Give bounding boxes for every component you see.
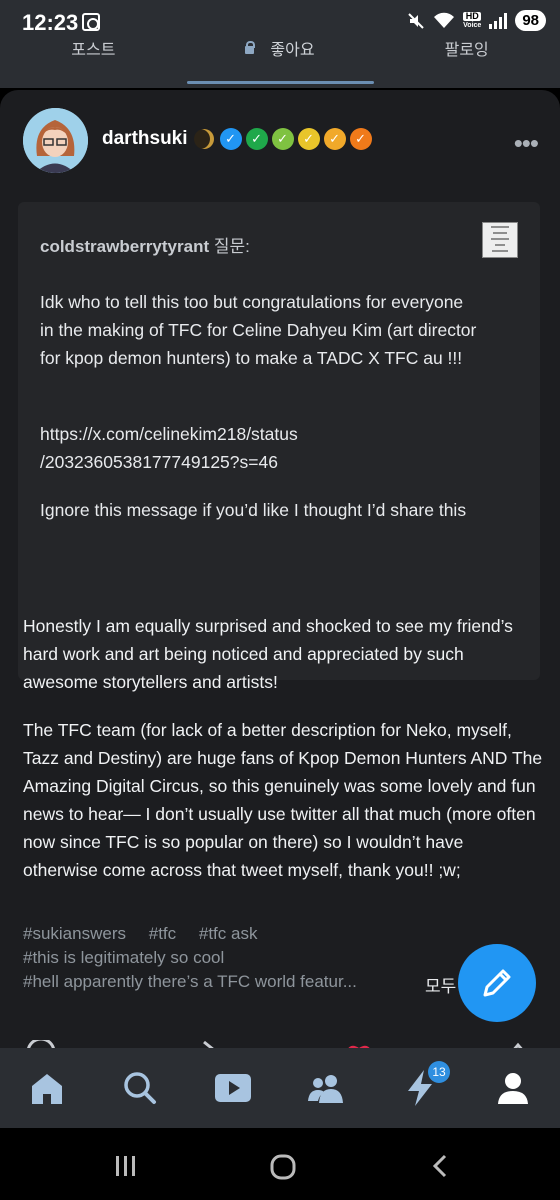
compose-button[interactable] xyxy=(458,944,536,1022)
community-icon xyxy=(308,1075,343,1103)
tab-posts[interactable]: 포스트 xyxy=(0,43,187,88)
verified-badge-icon: ✓ xyxy=(271,128,294,150)
screen-record-icon xyxy=(82,13,100,31)
activity-badge: 13 xyxy=(428,1061,450,1083)
author-name[interactable]: darthsuki xyxy=(102,128,188,150)
home-icon xyxy=(32,1074,62,1104)
verified-badge-icon: ✓ xyxy=(349,128,372,150)
moon-icon xyxy=(193,129,214,149)
tag[interactable]: #tfc xyxy=(149,924,176,943)
asker-avatar[interactable] xyxy=(482,222,518,258)
nav-account[interactable] xyxy=(493,1068,533,1108)
status-icons: HD Voice 98 xyxy=(407,10,546,31)
verified-badge-icon: ✓ xyxy=(297,128,320,150)
pencil-icon xyxy=(483,969,511,997)
asker-name[interactable]: coldstrawberrytyrant xyxy=(40,237,209,256)
active-tab-indicator xyxy=(187,81,374,84)
search-icon xyxy=(124,1072,156,1104)
tag-list: #sukianswers #tfc #tfc ask #this is legi… xyxy=(23,922,375,994)
home-button-icon[interactable] xyxy=(270,1154,296,1180)
ask-link[interactable]: https://x.com/celinekim218/status /20323… xyxy=(40,420,460,476)
more-options-icon[interactable]: ••• xyxy=(514,128,539,159)
system-navigation-bar xyxy=(0,1128,560,1200)
tag[interactable]: #hell apparently there’s a TFC world fea… xyxy=(23,972,357,991)
status-bar: 12:23 HD Voice 98 xyxy=(0,0,560,44)
recent-apps-icon[interactable] xyxy=(114,1154,138,1178)
battery-indicator: 98 xyxy=(515,10,546,31)
answer-paragraph: Honestly I am equally surprised and shoc… xyxy=(23,616,513,692)
ask-paragraph: Ignore this message if you’d like I thou… xyxy=(40,500,467,520)
tab-following[interactable]: 팔로잉 xyxy=(373,43,560,88)
nav-home[interactable] xyxy=(27,1068,67,1108)
nav-community[interactable] xyxy=(306,1068,346,1108)
asker-line: coldstrawberrytyrant 질문: xyxy=(40,232,250,257)
signal-icon xyxy=(489,12,508,29)
nav-video[interactable] xyxy=(213,1068,253,1108)
mute-icon xyxy=(408,12,424,29)
answer-paragraph: The TFC team (for lack of a better descr… xyxy=(23,720,543,880)
post-card: darthsuki ✓ ✓ ✓ ✓ ✓ ✓ ••• coldstrawberry… xyxy=(0,90,560,1050)
show-all-tags-button[interactable]: 모두 xyxy=(425,972,456,997)
lock-icon xyxy=(245,41,256,54)
asker-suffix: 질문: xyxy=(213,237,250,256)
back-icon[interactable] xyxy=(432,1154,448,1178)
nav-search[interactable] xyxy=(120,1068,160,1108)
author-row: darthsuki ✓ ✓ ✓ ✓ ✓ ✓ xyxy=(102,128,374,150)
hd-voice-icon: HD Voice xyxy=(463,10,482,29)
ask-box: coldstrawberrytyrant 질문: Idk who to tell… xyxy=(18,202,540,680)
verified-badge-icon: ✓ xyxy=(323,128,346,150)
verified-badge-icon: ✓ xyxy=(245,128,268,150)
ask-paragraph: Idk who to tell this too but congratulat… xyxy=(40,292,477,368)
video-icon xyxy=(215,1074,251,1102)
tag[interactable]: #tfc ask xyxy=(199,924,258,943)
status-time: 12:23 xyxy=(22,10,79,35)
account-icon xyxy=(498,1073,528,1104)
wifi-icon xyxy=(434,12,455,28)
bottom-nav: 13 xyxy=(0,1048,560,1128)
verified-badge-icon: ✓ xyxy=(219,128,242,150)
tag[interactable]: #sukianswers xyxy=(23,924,126,943)
tag[interactable]: #this is legitimately so cool xyxy=(23,948,224,967)
avatar[interactable] xyxy=(23,108,88,173)
